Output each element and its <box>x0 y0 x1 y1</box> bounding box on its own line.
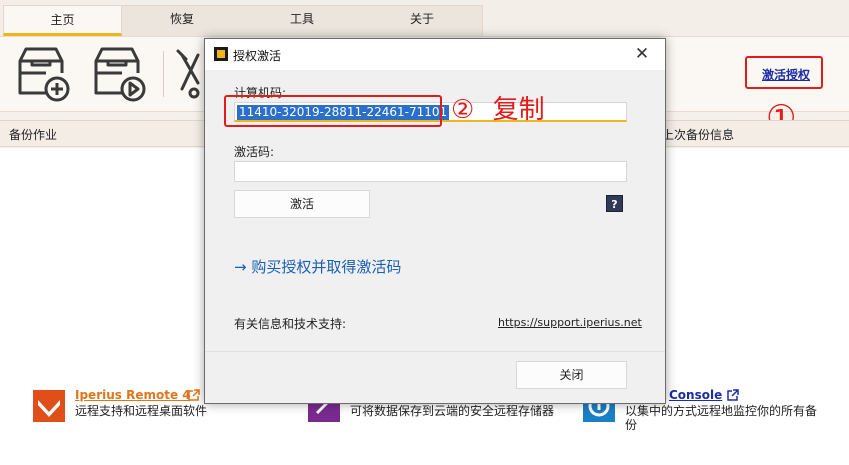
close-button[interactable]: 关闭 <box>516 361 627 389</box>
promo-console-desc: 以集中的方式远程地监控你的所有备份 <box>625 404 818 432</box>
promo-remote-title[interactable]: Iperius Remote 4 <box>75 388 191 402</box>
activate-button[interactable]: 激活 <box>234 190 370 218</box>
new-backup-icon[interactable] <box>12 43 72 105</box>
tab-restore[interactable]: 恢复 <box>122 5 242 36</box>
column-last-backup-info[interactable]: 上次备份信息 <box>662 126 734 143</box>
annotation-step2: ② 复制 <box>451 91 545 129</box>
annotation-box-code <box>224 95 442 127</box>
promo-storage-desc: 可将数据保存到云端的安全远程存储器 <box>350 404 555 418</box>
promo-console-title[interactable]: Console <box>669 388 722 402</box>
buy-license-link[interactable]: → 购买授权并取得激活码 <box>234 256 401 277</box>
close-icon[interactable]: ✕ <box>627 44 657 64</box>
column-backup-jobs[interactable]: 备份作业 <box>9 126 57 143</box>
tools-icon[interactable] <box>172 43 204 105</box>
annotation-box-license <box>745 56 823 89</box>
iperius-remote-icon[interactable] <box>33 390 65 422</box>
annotation-step2-number: ② <box>451 95 475 125</box>
activation-code-label: 激活码: <box>234 145 275 159</box>
ribbon-separator <box>163 51 164 97</box>
license-activation-dialog: 授权激活 ✕ 计算机码: 11410-32019-28811-22461-711… <box>204 38 666 404</box>
dialog-titlebar[interactable]: 授权激活 ✕ <box>205 39 665 70</box>
annotation-step2-text: 复制 <box>492 95 545 125</box>
run-backup-icon[interactable] <box>88 43 148 105</box>
promo-remote-desc: 远程支持和远程桌面软件 <box>75 404 208 418</box>
support-info-label: 有关信息和技术支持: <box>234 317 347 331</box>
activation-code-input[interactable] <box>234 161 627 182</box>
tab-about[interactable]: 关于 <box>362 5 482 36</box>
tab-bar: 主页 恢复 工具 关于 <box>0 0 849 36</box>
external-link-icon[interactable] <box>187 389 200 402</box>
dialog-title: 授权激活 <box>233 49 282 63</box>
iperius-logo-icon <box>214 47 228 61</box>
tab-tools[interactable]: 工具 <box>242 5 362 36</box>
support-url-link[interactable]: https://support.iperius.net <box>498 316 642 329</box>
dialog-footer: 关闭 <box>205 351 665 403</box>
help-icon[interactable]: ? <box>606 195 623 212</box>
external-link-icon[interactable] <box>726 389 739 402</box>
tab-home[interactable]: 主页 <box>3 5 122 36</box>
